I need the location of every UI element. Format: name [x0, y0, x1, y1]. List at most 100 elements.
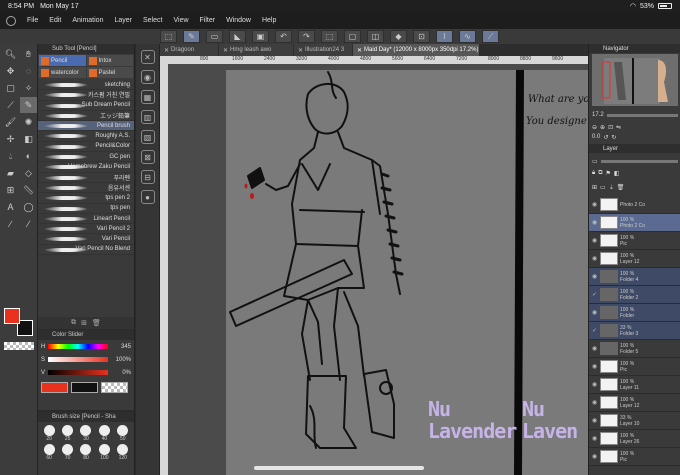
- ruler-snap-icon[interactable]: ∿: [459, 30, 476, 43]
- eraser-mode-icon[interactable]: ▭: [206, 30, 223, 43]
- clip-icon[interactable]: ⧉: [598, 170, 602, 177]
- rotate-left-icon[interactable]: ↺: [603, 134, 608, 141]
- eye-icon[interactable]: ◉: [591, 363, 598, 370]
- clear-icon[interactable]: ▣: [252, 30, 269, 43]
- layer-row[interactable]: ◉ 100 % Pic: [589, 448, 680, 466]
- menu-layer[interactable]: Layer: [114, 17, 132, 24]
- menu-animation[interactable]: Animation: [72, 17, 103, 24]
- menu-file[interactable]: File: [27, 17, 38, 24]
- merge-icon[interactable]: ⇣: [609, 184, 614, 191]
- zoom-in-icon[interactable]: ⊕: [600, 124, 605, 131]
- eye-icon[interactable]: ◉: [591, 219, 598, 226]
- brush-item[interactable]: tps pen 2: [38, 193, 134, 204]
- main-color-chip[interactable]: [41, 382, 68, 393]
- flip-icon[interactable]: ⇋: [616, 124, 621, 131]
- brush-size-option[interactable]: 120: [115, 444, 131, 461]
- fill-mode-icon[interactable]: ◣: [229, 30, 246, 43]
- eraser-icon[interactable]: ◧: [20, 131, 37, 147]
- fill-icon[interactable]: ◐: [20, 148, 37, 164]
- pen-icon[interactable]: ⁄: [20, 216, 37, 232]
- intermediate-color-icon[interactable]: ▥: [140, 110, 155, 124]
- figure-icon[interactable]: ◇: [20, 165, 37, 181]
- brush-size-option[interactable]: 20: [41, 425, 57, 442]
- redo-icon[interactable]: ↷: [298, 30, 315, 43]
- value-slider[interactable]: [48, 370, 108, 375]
- brush-item[interactable]: Sub Dream Pencil: [38, 101, 134, 111]
- zoom-out-icon[interactable]: ⊖: [592, 124, 597, 131]
- menu-edit[interactable]: Edit: [49, 17, 61, 24]
- zoom-slider[interactable]: [606, 113, 678, 117]
- delete-layer-icon[interactable]: 🗑︎: [617, 184, 625, 191]
- gradient-icon[interactable]: ▰: [2, 165, 19, 181]
- auto-select-icon[interactable]: ✧: [20, 80, 37, 96]
- eye-icon[interactable]: ◉: [591, 453, 598, 460]
- ruler-icon[interactable]: 📏︎: [20, 182, 37, 198]
- brush-item[interactable]: Pencil&Color: [38, 142, 134, 153]
- eyedropper-icon[interactable]: ⟋: [2, 97, 19, 113]
- blend-icon[interactable]: 💧︎: [2, 148, 19, 164]
- airbrush-icon[interactable]: ✺: [20, 114, 37, 130]
- tab-watercolor[interactable]: watercolor: [39, 67, 86, 78]
- undo-icon[interactable]: ↶: [275, 30, 292, 43]
- close-panel-icon[interactable]: ✕: [140, 50, 155, 64]
- move-icon[interactable]: ✥: [2, 63, 19, 79]
- text-icon[interactable]: A: [2, 199, 19, 215]
- reference-icon[interactable]: ⚑: [606, 170, 611, 177]
- new-layer-icon[interactable]: ⊞: [592, 184, 597, 191]
- brush-item[interactable]: sketching: [38, 80, 134, 91]
- sub-color-chip[interactable]: [71, 382, 98, 393]
- tab-pastel[interactable]: Pastel: [86, 67, 133, 78]
- eye-icon[interactable]: ✓: [591, 327, 598, 334]
- brush-item[interactable]: tps pen: [38, 204, 134, 214]
- eye-icon[interactable]: ◉: [591, 435, 598, 442]
- brush-item[interactable]: Vari Pencil 2: [38, 224, 134, 235]
- brush-size-option[interactable]: 80: [78, 444, 94, 461]
- layer-row[interactable]: ◉ 100 % Layer 11: [589, 376, 680, 394]
- hand-icon[interactable]: ⬚: [160, 30, 177, 43]
- deselect-icon[interactable]: ▢: [344, 30, 361, 43]
- layer-folder-row[interactable]: ✓ 100 % Folder 2: [589, 286, 680, 304]
- eye-icon[interactable]: ◉: [591, 309, 598, 316]
- brush-size-option[interactable]: 30: [78, 425, 94, 442]
- eye-icon[interactable]: ◉: [591, 237, 598, 244]
- frame-icon[interactable]: ⊞: [2, 182, 19, 198]
- zoom-icon[interactable]: 🔍︎: [2, 46, 19, 62]
- layer-row[interactable]: ◉ 100 % Layer 26: [589, 430, 680, 448]
- tab-dragoon[interactable]: ✕ Dragoon: [160, 44, 218, 56]
- menu-help[interactable]: Help: [262, 17, 276, 24]
- invert-icon[interactable]: ◫: [367, 30, 384, 43]
- brush-size-option[interactable]: 25: [59, 425, 75, 442]
- brush-item[interactable]: エッジ鉛筆: [38, 111, 134, 122]
- tab-pencil[interactable]: Pencil: [39, 55, 86, 66]
- eye-icon[interactable]: ◉: [591, 345, 598, 352]
- layer-row[interactable]: ◉ 100 % Pic: [589, 358, 680, 376]
- lock-icon[interactable]: 🔒︎: [592, 170, 595, 177]
- bucket-icon[interactable]: ◆: [390, 30, 407, 43]
- perspective-snap-icon[interactable]: ⟋: [482, 30, 499, 43]
- brush-item[interactable]: Vari Pencil: [38, 234, 134, 245]
- brush-item[interactable]: 푸라펜: [38, 173, 134, 183]
- lasso-icon[interactable]: ◌: [20, 63, 37, 79]
- close-tab-icon[interactable]: ✕: [223, 47, 228, 54]
- brush-item[interactable]: 음유서센: [38, 183, 134, 194]
- balloon-icon[interactable]: ◯: [20, 199, 37, 215]
- brush-size-option[interactable]: 40: [96, 425, 112, 442]
- close-tab-icon[interactable]: ✕: [164, 47, 169, 54]
- brush-item[interactable]: 카스펌 거친 연필: [38, 90, 134, 101]
- tab-maid-day[interactable]: ✕ Maid Day* (12000 x 8000px 350dpi 17.2%): [353, 44, 479, 56]
- layer-row[interactable]: ◉ 100 % Folder 5: [589, 340, 680, 358]
- brush-item[interactable]: GC pen: [38, 152, 134, 163]
- color-set-icon[interactable]: ▦: [140, 90, 155, 104]
- tab-hmg-leash[interactable]: ✕ Hmg leash awo: [219, 44, 293, 56]
- layer-row-selected[interactable]: ◉ 100 % Photo 2 Co: [589, 214, 680, 232]
- home-indicator[interactable]: [254, 466, 424, 470]
- menu-filter[interactable]: Filter: [200, 17, 216, 24]
- draft-icon[interactable]: ◧: [614, 170, 620, 177]
- rotate-right-icon[interactable]: ↻: [611, 134, 616, 141]
- tab-intox[interactable]: Intox: [86, 55, 133, 66]
- layer-folder-row[interactable]: ◉ 100 % Folder 4: [589, 268, 680, 286]
- pencil-tool-icon[interactable]: ✎: [20, 97, 37, 113]
- close-tab-icon[interactable]: ✕: [357, 47, 362, 54]
- layer-row[interactable]: ◉ 100 % Layer 12: [589, 250, 680, 268]
- brush-size-option[interactable]: 60: [41, 444, 57, 461]
